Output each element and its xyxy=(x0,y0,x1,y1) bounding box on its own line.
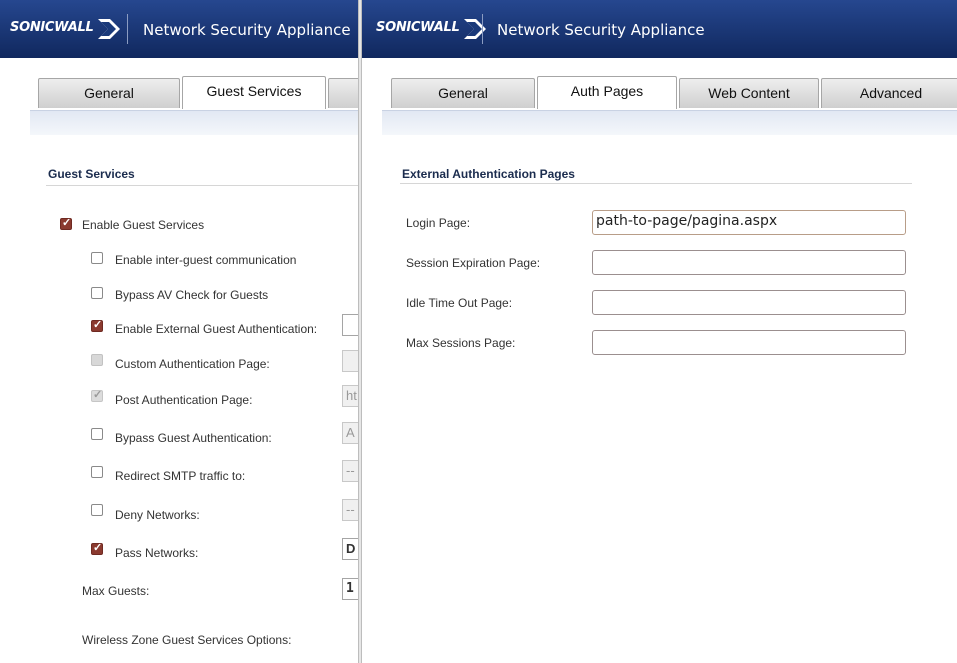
bypass-av-check-checkbox[interactable] xyxy=(91,287,103,299)
tab-content-bar xyxy=(382,110,957,135)
section-title: Guest Services xyxy=(48,167,135,181)
tab-web-content[interactable]: Web Content xyxy=(679,78,819,108)
pass-networks-checkbox[interactable] xyxy=(91,541,103,555)
header-separator xyxy=(482,14,483,44)
pass-networks-label: Pass Networks: xyxy=(115,546,199,560)
sonicwall-logo: SONICWALL xyxy=(10,19,120,40)
logo-arrow-icon xyxy=(98,19,120,39)
app-title: Network Security Appliance xyxy=(143,21,351,39)
tab-advanced[interactable]: Advanced xyxy=(821,78,957,108)
pass-networks-select[interactable]: D xyxy=(342,538,358,560)
inter-guest-communication-checkbox[interactable] xyxy=(91,252,103,264)
header-separator xyxy=(127,14,128,44)
custom-auth-page-configure-button[interactable] xyxy=(342,350,358,372)
post-auth-page-checkbox[interactable] xyxy=(91,388,103,402)
inter-guest-communication-label: Enable inter-guest communication xyxy=(115,253,297,267)
max-guests-label: Max Guests: xyxy=(82,584,150,598)
section-title: External Authentication Pages xyxy=(402,167,575,181)
sonicwall-logo: SONICWALL xyxy=(376,19,486,40)
app-header: SONICWALL Network Security Appliance xyxy=(362,0,957,60)
wireless-zone-options-label: Wireless Zone Guest Services Options: xyxy=(82,633,292,647)
bypass-av-check-label: Bypass AV Check for Guests xyxy=(115,288,269,302)
max-sessions-page-input[interactable] xyxy=(592,330,906,355)
app-title: Network Security Appliance xyxy=(497,21,705,39)
tab-auth-pages[interactable]: Auth Pages xyxy=(537,76,677,109)
session-expiration-page-input[interactable] xyxy=(592,250,906,275)
app-header: SONICWALL Network Security Appliance xyxy=(0,0,358,60)
redirect-smtp-checkbox[interactable] xyxy=(91,466,103,478)
idle-timeout-page-label: Idle Time Out Page: xyxy=(406,296,513,310)
redirect-smtp-select[interactable]: -- xyxy=(342,460,358,482)
deny-networks-select[interactable]: -- xyxy=(342,499,358,521)
external-guest-auth-configure-button[interactable] xyxy=(342,314,358,336)
custom-auth-page-checkbox[interactable] xyxy=(91,354,103,366)
login-page-label: Login Page: xyxy=(406,216,471,230)
max-guests-input[interactable]: 1 xyxy=(342,578,358,600)
tab-bar: General Auth Pages Web Content Advanced xyxy=(362,58,957,110)
session-expiration-page-label: Session Expiration Page: xyxy=(406,256,541,270)
section-divider xyxy=(46,185,358,186)
post-auth-page-label: Post Authentication Page: xyxy=(115,393,253,407)
deny-networks-label: Deny Networks: xyxy=(115,508,200,522)
left-window: SONICWALL Network Security Appliance Gen… xyxy=(0,0,358,663)
idle-timeout-page-input[interactable] xyxy=(592,290,906,315)
deny-networks-checkbox[interactable] xyxy=(91,504,103,516)
enable-guest-services-label: Enable Guest Services xyxy=(82,218,205,232)
tab-guest-services[interactable]: Guest Services xyxy=(182,76,326,109)
redirect-smtp-label: Redirect SMTP traffic to: xyxy=(115,469,246,483)
login-page-input[interactable]: path-to-page/pagina.aspx xyxy=(592,210,906,235)
enable-guest-services-checkbox[interactable] xyxy=(60,216,72,230)
tab-general[interactable]: General xyxy=(38,78,180,108)
tab-bar: General Guest Services xyxy=(0,58,358,110)
external-guest-auth-checkbox[interactable] xyxy=(91,318,103,332)
section-divider xyxy=(400,183,912,184)
bypass-guest-auth-label: Bypass Guest Authentication: xyxy=(115,431,272,445)
custom-auth-page-label: Custom Authentication Page: xyxy=(115,357,270,371)
bypass-guest-auth-checkbox[interactable] xyxy=(91,428,103,440)
post-auth-page-input[interactable]: ht xyxy=(342,385,358,407)
tab-overflow[interactable] xyxy=(328,78,358,108)
max-sessions-page-label: Max Sessions Page: xyxy=(406,336,516,350)
tab-general[interactable]: General xyxy=(391,78,535,108)
tab-content-bar xyxy=(30,110,358,135)
external-guest-auth-label: Enable External Guest Authentication: xyxy=(115,322,318,336)
logo-arrow-icon xyxy=(464,19,486,39)
bypass-guest-auth-select[interactable]: A xyxy=(342,422,358,444)
